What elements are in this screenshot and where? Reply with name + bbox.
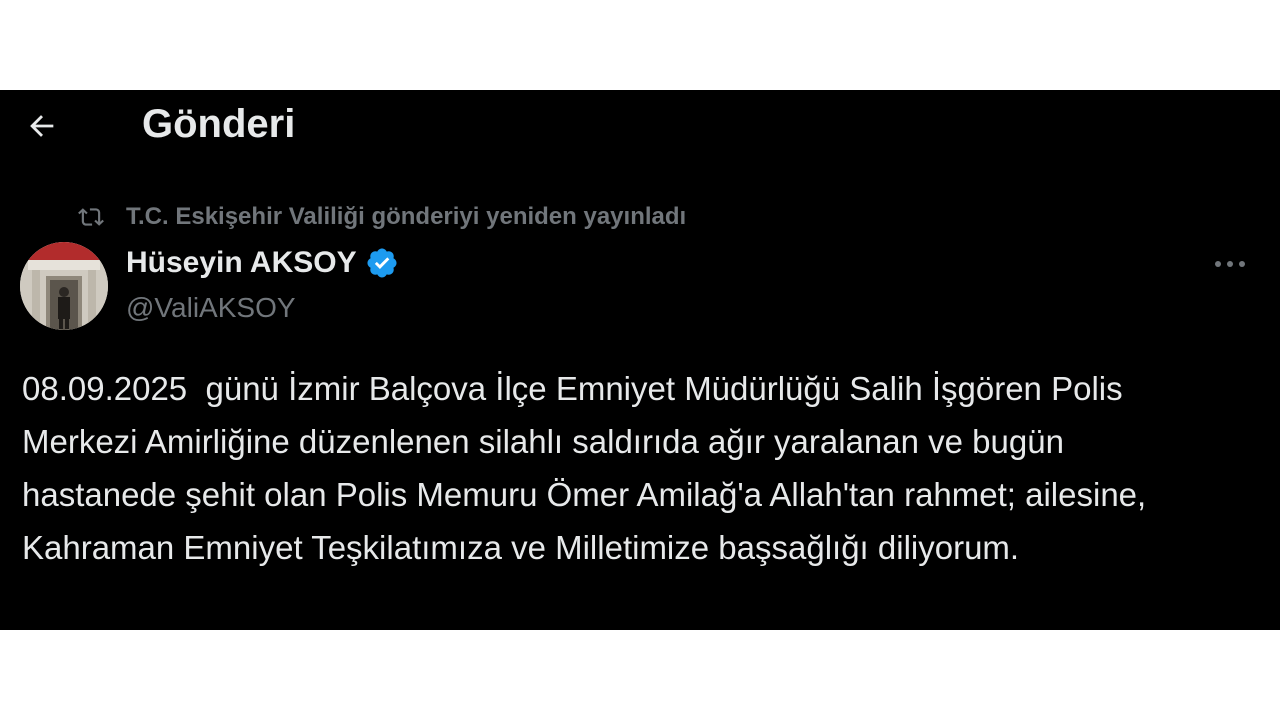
verified-badge-icon	[365, 246, 399, 280]
repost-text: T.C. Eskişehir Valiliği gönderiyi yenide…	[126, 203, 687, 230]
author-handle[interactable]: @ValiAKSOY	[126, 292, 296, 324]
repost-indicator[interactable]: T.C. Eskişehir Valiliği gönderiyi yenide…	[78, 202, 686, 232]
repost-icon	[78, 203, 106, 231]
post-text: 08.09.2025 günü İzmir Balçova İlçe Emniy…	[22, 370, 1156, 566]
page-title: Gönderi	[142, 102, 296, 146]
author-name[interactable]: Hüseyin AKSOY	[126, 246, 399, 280]
profile-photo	[20, 242, 108, 330]
more-dots-icon	[1215, 261, 1245, 267]
arrow-left-icon	[30, 115, 54, 137]
top-bar: Gönderi	[0, 90, 1280, 160]
author-name-text: Hüseyin AKSOY	[126, 246, 357, 279]
avatar[interactable]	[20, 242, 108, 330]
post-view: Gönderi T.C. Eskişehir Valiliği gönderiy…	[0, 90, 1280, 630]
more-options-button[interactable]	[1208, 246, 1252, 282]
back-button[interactable]	[18, 102, 66, 150]
